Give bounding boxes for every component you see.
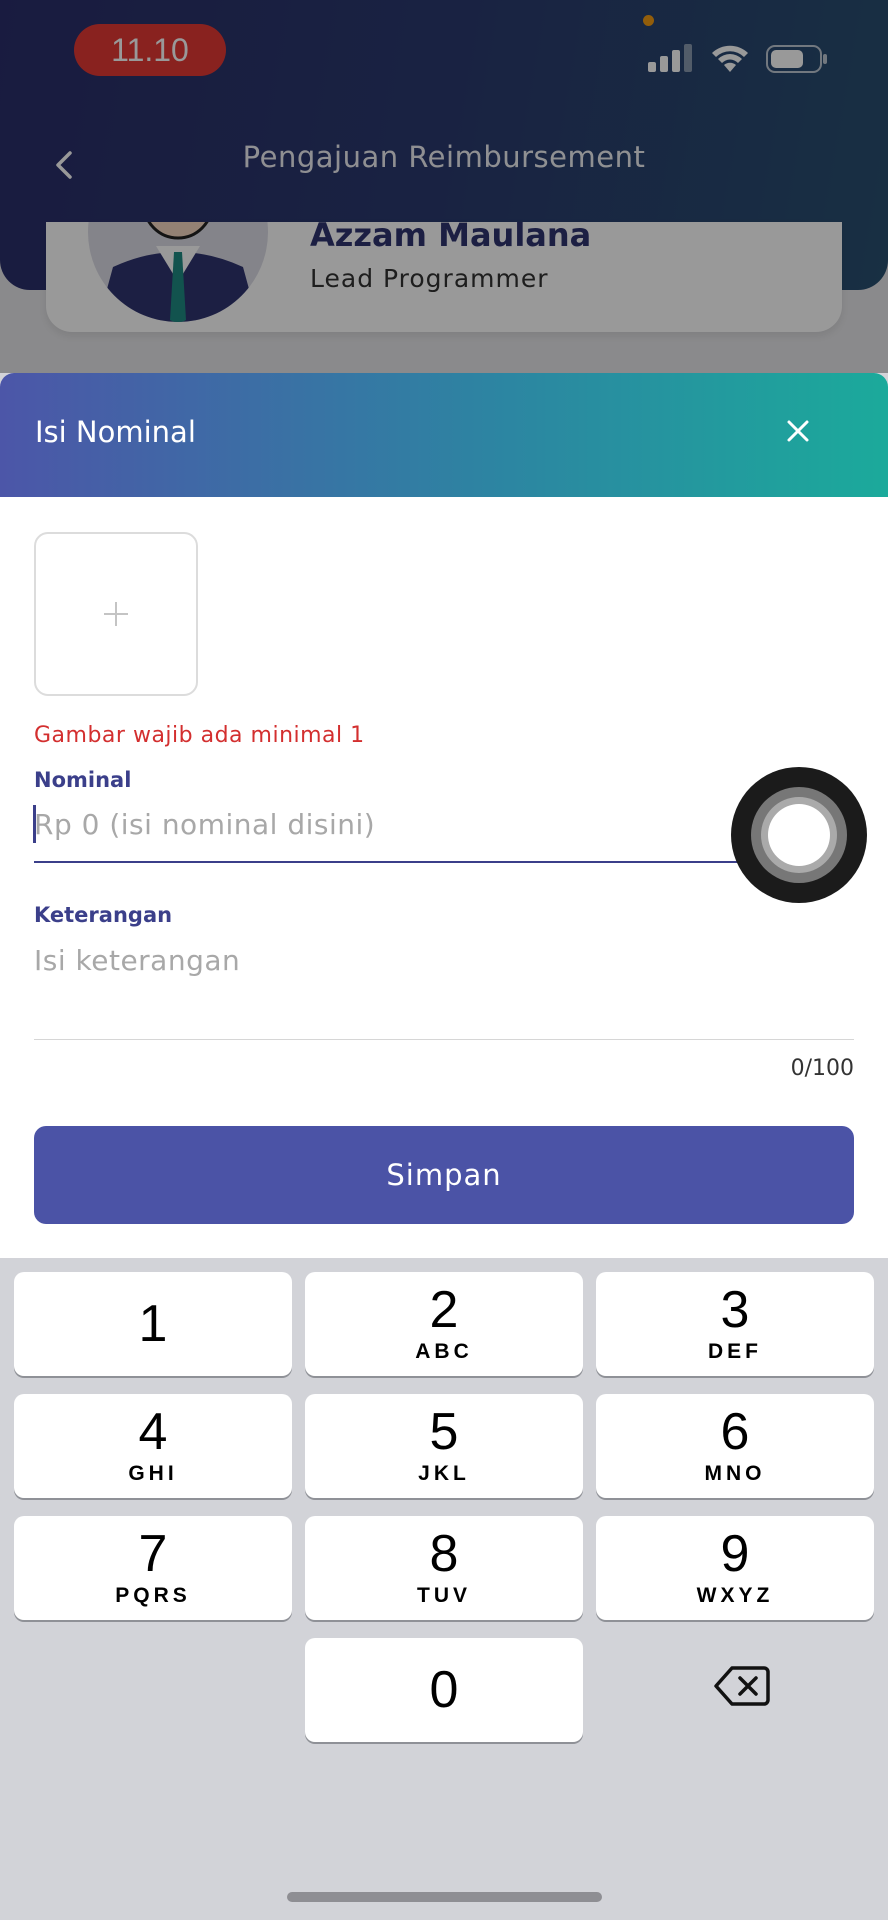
home-indicator <box>287 1892 602 1902</box>
assistive-touch-button[interactable] <box>731 767 867 903</box>
modal-overlay[interactable] <box>0 0 888 373</box>
key-3[interactable]: 3 DEF <box>596 1272 874 1376</box>
key-4[interactable]: 4 GHI <box>14 1394 292 1498</box>
key-8[interactable]: 8 TUV <box>305 1516 583 1620</box>
character-counter: 0/100 <box>790 1056 854 1081</box>
keterangan-underline <box>34 1039 854 1040</box>
keterangan-input[interactable] <box>34 937 854 983</box>
key-5[interactable]: 5 JKL <box>305 1394 583 1498</box>
keterangan-label: Keterangan <box>34 903 173 927</box>
key-1[interactable]: 1 <box>14 1272 292 1376</box>
key-6[interactable]: 6 MNO <box>596 1394 874 1498</box>
plus-icon <box>104 602 128 626</box>
key-7[interactable]: 7 PQRS <box>14 1516 292 1620</box>
key-9[interactable]: 9 WXYZ <box>596 1516 874 1620</box>
close-icon[interactable] <box>778 411 818 451</box>
sheet-header: Isi Nominal <box>0 373 888 497</box>
save-button[interactable]: Simpan <box>34 1126 854 1224</box>
backspace-icon[interactable] <box>714 1664 770 1708</box>
nominal-label: Nominal <box>34 768 132 792</box>
text-caret <box>33 805 36 843</box>
numeric-keypad: 1 2 ABC 3 DEF 4 GHI 5 JKL 6 MNO 7 PQRS 8… <box>0 1258 888 1920</box>
image-error-message: Gambar wajib ada minimal 1 <box>34 723 365 748</box>
sheet-title: Isi Nominal <box>35 415 196 449</box>
key-2[interactable]: 2 ABC <box>305 1272 583 1376</box>
key-0[interactable]: 0 <box>305 1638 583 1742</box>
nominal-underline <box>34 861 854 863</box>
add-image-button[interactable] <box>34 532 198 696</box>
